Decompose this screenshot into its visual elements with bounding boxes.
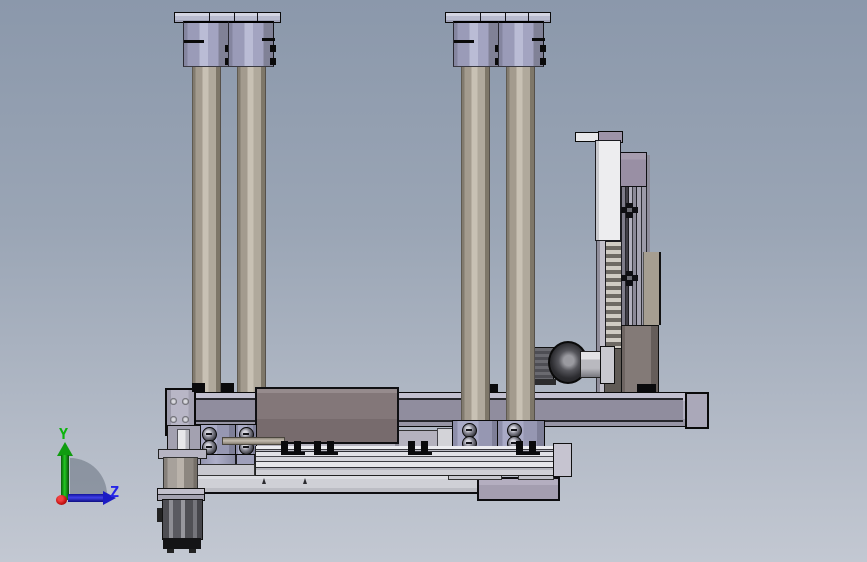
actuator-motor-panel [620, 152, 647, 187]
z-motor-mount-plate [600, 346, 615, 384]
beam-top-bolt-2 [221, 383, 234, 392]
cylinder-rod-1 [192, 63, 221, 428]
actuator-cross-fastener-lower [621, 271, 638, 286]
triad: Y Z [40, 425, 170, 535]
axis-z-label: Z [110, 483, 120, 501]
cylinder-rod-3 [461, 63, 490, 423]
motor-foot-1 [167, 549, 174, 553]
rail-carriage-bolt-4 [516, 441, 540, 455]
cylinder-rod-4 [506, 63, 535, 423]
cad-viewport[interactable]: Y Z [0, 0, 867, 562]
base-plate [165, 474, 480, 494]
axis-y-label: Y [59, 425, 69, 443]
beam-left-cap-bolt-4 [182, 416, 189, 423]
motor-foot-2 [189, 549, 196, 553]
base-step-purple [477, 477, 560, 501]
axis-z-shaft-icon [68, 494, 103, 502]
beam-left-cap-bolt-3 [170, 416, 177, 423]
beam-left-cap-bolt-1 [170, 398, 177, 405]
rail-carriage-bolt-1 [281, 441, 305, 455]
axis-x-origin-icon [56, 495, 67, 505]
beam-top-bolt-4 [637, 384, 656, 392]
connecting-rod-thin [222, 437, 285, 445]
triad-arc [70, 458, 107, 495]
motor-end-cap [163, 538, 201, 549]
cylinder-housing-3 [453, 21, 501, 67]
cylinder-rod-2 [237, 63, 266, 428]
beam-left-cap-bolt-2 [182, 398, 189, 405]
actuator-guide-column [643, 252, 661, 325]
cylinder-housing-2 [228, 21, 276, 67]
gearbox-block [255, 387, 399, 444]
actuator-ballscrew-ladder [605, 241, 622, 350]
rail-carriage-bolt-2 [314, 441, 338, 455]
cylinder-housing-4 [498, 21, 546, 67]
axis-y-arrowhead-icon [57, 442, 73, 456]
beam-right-end-cap [685, 392, 709, 429]
base-step-light-left [188, 464, 255, 476]
cylinder-housing-1 [183, 21, 231, 67]
rail-carriage-bolt-3 [408, 441, 432, 455]
actuator-white-plate [595, 140, 621, 241]
beam-top-bolt-1 [192, 383, 205, 392]
rail-end-plate [553, 443, 572, 477]
actuator-cross-fastener-upper [621, 203, 638, 218]
